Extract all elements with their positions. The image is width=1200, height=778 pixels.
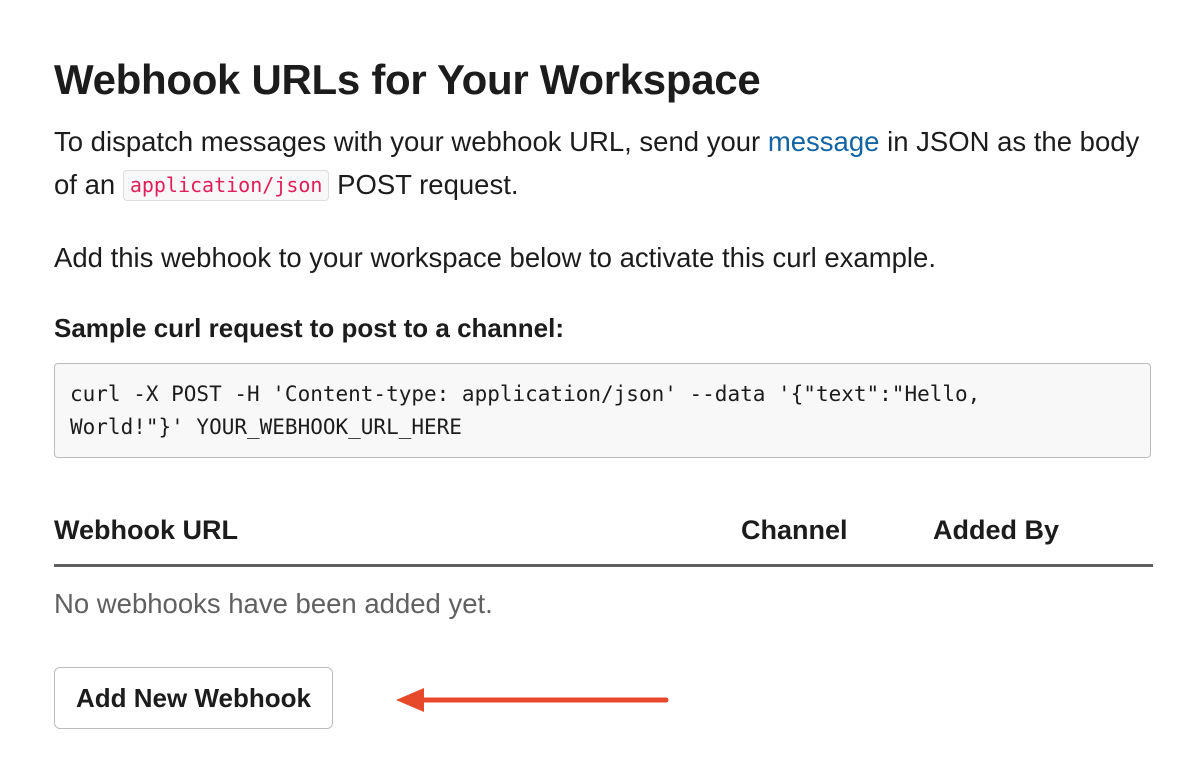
arrow-left-icon [396,688,669,712]
page-title: Webhook URLs for Your Workspace [54,56,761,103]
code-line-1: curl -X POST -H 'Content-type: applicati… [70,382,981,406]
intro-text: To dispatch messages with your webhook U… [54,126,768,157]
column-header-channel: Channel [741,515,848,545]
intro-paragraph: To dispatch messages with your webhook U… [54,120,1152,209]
message-link[interactable]: message [768,126,880,157]
content-type-code: application/json [122,170,330,201]
add-new-webhook-button[interactable]: Add New Webhook [54,667,333,729]
webhooks-table-header: Webhook URL Channel Added By [54,504,1153,567]
empty-state-message: No webhooks have been added yet. [54,588,493,619]
sample-curl-heading: Sample curl request to post to a channel… [54,313,564,343]
curl-code-block: curl -X POST -H 'Content-type: applicati… [54,363,1151,458]
code-line-2: World!"}' YOUR_WEBHOOK_URL_HERE [70,415,462,439]
activate-instructions: Add this webhook to your workspace below… [54,242,936,273]
intro-text-3: POST request. [329,169,519,200]
column-header-added-by: Added By [933,515,1060,545]
column-header-webhook-url: Webhook URL [54,515,238,545]
